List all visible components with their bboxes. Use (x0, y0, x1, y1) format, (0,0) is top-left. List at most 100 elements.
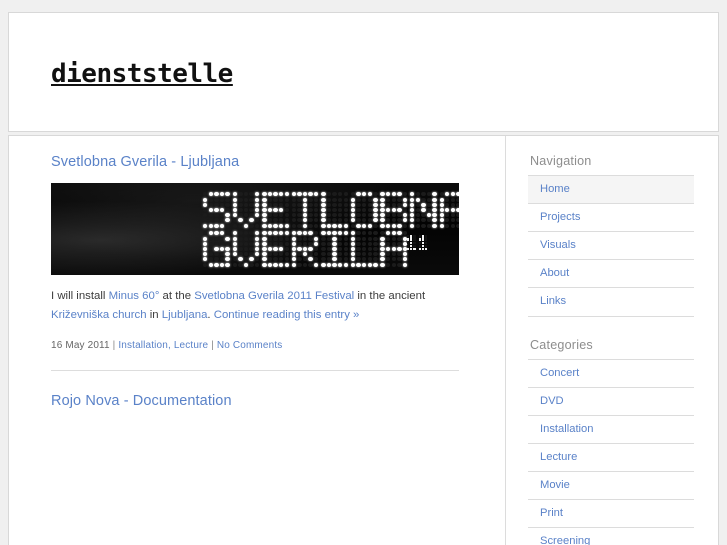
led-dot (367, 202, 372, 207)
continue-reading-link[interactable]: Continue reading this entry » (214, 309, 360, 321)
led-dot (297, 207, 302, 213)
led-dot (380, 202, 385, 207)
led-dot (373, 223, 378, 228)
led-dot (291, 202, 297, 207)
led-dot (278, 213, 284, 218)
led-dot (385, 218, 391, 223)
category-link-lecture[interactable]: Lecture (528, 444, 694, 471)
led-dot (362, 192, 367, 197)
led-dot (350, 252, 356, 257)
led-dot (262, 223, 267, 228)
led-dot (267, 241, 273, 246)
sidebar-item-projects[interactable]: Projects (528, 204, 694, 233)
category-link-print[interactable]: Print (528, 500, 694, 527)
led-dot (402, 207, 408, 213)
led-dot (243, 207, 249, 213)
led-dot (308, 252, 313, 257)
led-dot (343, 223, 349, 228)
post-title-link[interactable]: Rojo Nova - Documentation (51, 393, 459, 410)
sidebar-item-about[interactable]: About (528, 260, 694, 289)
led-dot (203, 262, 208, 267)
led-dot (243, 257, 249, 262)
led-dot (326, 213, 332, 218)
led-dot (321, 262, 326, 267)
led-dot (373, 236, 378, 241)
sidebar-item-installation[interactable]: Installation (528, 416, 694, 444)
led-dot (232, 218, 237, 223)
led-dot (254, 207, 260, 213)
post-comments-link[interactable]: No Comments (217, 340, 283, 351)
led-dot (397, 252, 402, 257)
category-link-dvd[interactable]: DVD (528, 388, 694, 415)
nav-link-about[interactable]: About (528, 260, 694, 287)
led-char (262, 231, 289, 267)
led-dot (308, 197, 313, 202)
led-dot (291, 262, 297, 267)
led-dot (343, 257, 349, 262)
led-dot (356, 241, 361, 246)
led-dot (314, 231, 319, 236)
nav-link-visuals[interactable]: Visuals (528, 232, 694, 259)
led-dot (326, 207, 332, 213)
sidebar-item-dvd[interactable]: DVD (528, 388, 694, 416)
led-dot (397, 257, 402, 262)
category-link-screening[interactable]: Screening (528, 528, 694, 545)
sidebar-item-links[interactable]: Links (528, 288, 694, 317)
led-dot (326, 252, 332, 257)
sidebar-item-concert[interactable]: Concert (528, 360, 694, 388)
sidebar-item-print[interactable]: Print (528, 500, 694, 529)
led-small-dot (424, 247, 428, 251)
led-dot (338, 252, 343, 257)
led-dot (397, 202, 402, 207)
led-dot (302, 207, 308, 213)
excerpt-link-minus-60[interactable]: Minus 60° (109, 290, 160, 302)
led-small-dot (410, 247, 413, 251)
led-dot (284, 252, 289, 257)
nav-link-links[interactable]: Links (528, 288, 694, 315)
post-categories-link[interactable]: Installation, Lecture (118, 340, 208, 351)
led-dot (385, 207, 391, 213)
excerpt-link-festival[interactable]: Svetlobna Gverila 2011 Festival (194, 290, 354, 302)
sidebar-item-home[interactable]: Home (528, 176, 694, 205)
led-dot (380, 241, 385, 246)
excerpt-text-3: in the ancient (354, 290, 426, 303)
led-dot (249, 218, 254, 223)
sidebar-item-screening[interactable]: Screening (528, 528, 694, 545)
category-link-concert[interactable]: Concert (528, 360, 694, 387)
sidebar-item-movie[interactable]: Movie (528, 472, 694, 501)
led-dot (232, 252, 237, 257)
category-link-installation[interactable]: Installation (528, 416, 694, 443)
led-dot (350, 202, 356, 207)
sidebar-item-visuals[interactable]: Visuals (528, 232, 694, 261)
site-title[interactable]: dienststelle (51, 61, 233, 87)
led-dot (291, 213, 297, 218)
led-dot (225, 262, 230, 267)
led-dot (321, 202, 326, 207)
sidebar-item-lecture[interactable]: Lecture (528, 444, 694, 472)
excerpt-link-ljubljana[interactable]: Ljubljana (162, 309, 208, 321)
post-featured-image[interactable] (51, 183, 459, 276)
led-dot (362, 197, 367, 202)
led-dot (338, 231, 343, 236)
led-dot (297, 192, 302, 197)
post-title-link[interactable]: Svetlobna Gverila - Ljubljana (51, 154, 459, 171)
led-dot (238, 257, 243, 262)
led-small-dot (407, 238, 410, 241)
led-dot (267, 207, 273, 213)
led-dot (409, 207, 415, 213)
led-dot (249, 252, 254, 257)
nav-link-projects[interactable]: Projects (528, 204, 694, 231)
led-panel-photo (51, 183, 459, 276)
led-dot (219, 192, 225, 197)
led-dot (243, 192, 249, 197)
led-dot (421, 202, 426, 207)
led-dot (219, 223, 225, 228)
excerpt-link-church[interactable]: Križevniška church (51, 309, 147, 321)
category-link-movie[interactable]: Movie (528, 472, 694, 499)
led-dot (373, 213, 378, 218)
led-small-dot (418, 247, 422, 251)
led-dot (314, 213, 319, 218)
nav-link-home[interactable]: Home (528, 176, 694, 203)
led-dot (402, 197, 408, 202)
led-dot (302, 192, 308, 197)
